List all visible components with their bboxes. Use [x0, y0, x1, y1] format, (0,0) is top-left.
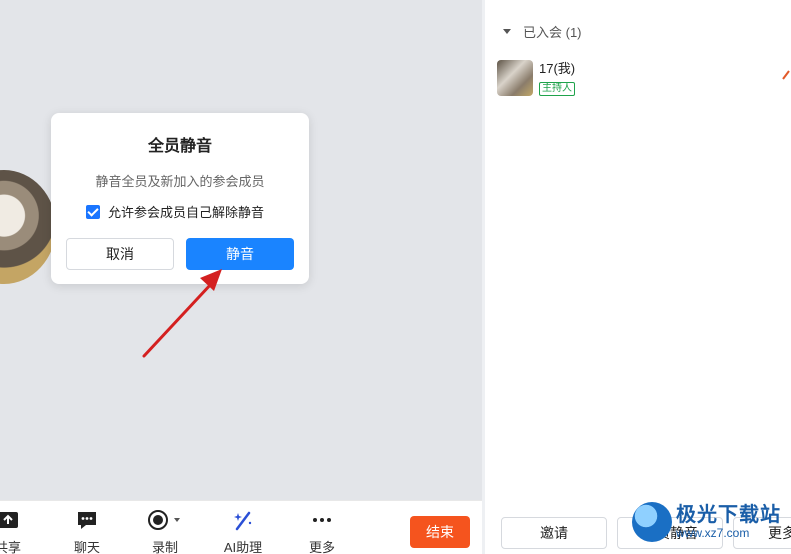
- member-avatar: [497, 60, 533, 96]
- host-badge: 主持人: [539, 82, 575, 96]
- record-icon: [142, 509, 188, 531]
- watermark: 极光下载站 www.xz7.com: [632, 502, 781, 542]
- chat-tool[interactable]: 聊天: [67, 509, 107, 554]
- share-icon: [0, 509, 28, 531]
- end-meeting-button[interactable]: 结束: [410, 516, 470, 548]
- caret-down-icon: [503, 29, 511, 34]
- member-name: 17(我): [539, 61, 576, 76]
- share-label: 共享: [0, 540, 21, 554]
- annotation-arrow: [142, 269, 222, 358]
- more-tool[interactable]: 更多: [302, 509, 342, 554]
- participants-panel: 已入会 (1) 17(我) 主持人 邀请 全员静音 更多: [485, 0, 791, 554]
- watermark-logo-icon: [632, 502, 672, 542]
- ai-assistant-label: AI助理: [223, 540, 263, 554]
- more-label: 更多: [308, 540, 335, 554]
- joined-section-title: 已入会 (1): [523, 25, 582, 40]
- ai-assistant-tool[interactable]: AI助理: [220, 509, 266, 554]
- chat-label: 聊天: [73, 540, 100, 554]
- mic-status-icon: [782, 70, 790, 80]
- invite-button[interactable]: 邀请: [501, 517, 607, 549]
- more-dots-icon: [302, 509, 342, 531]
- watermark-url: www.xz7.com: [676, 526, 750, 540]
- video-stage: 全员静音 静音全员及新加入的参会成员 允许参会成员自己解除静音 取消 静音: [0, 0, 482, 500]
- share-tool[interactable]: 共享: [0, 509, 28, 554]
- ai-wand-icon: [220, 509, 266, 531]
- record-label: 录制: [151, 540, 178, 554]
- record-tool[interactable]: 录制: [142, 509, 188, 554]
- joined-section-header[interactable]: 已入会 (1): [503, 22, 582, 41]
- chat-icon: [67, 509, 107, 531]
- bottom-toolbar: 共享 聊天 录制 AI助理 更多 结束: [0, 500, 482, 554]
- watermark-title: 极光下载站: [676, 504, 781, 526]
- member-row[interactable]: 17(我) 主持人: [497, 60, 575, 96]
